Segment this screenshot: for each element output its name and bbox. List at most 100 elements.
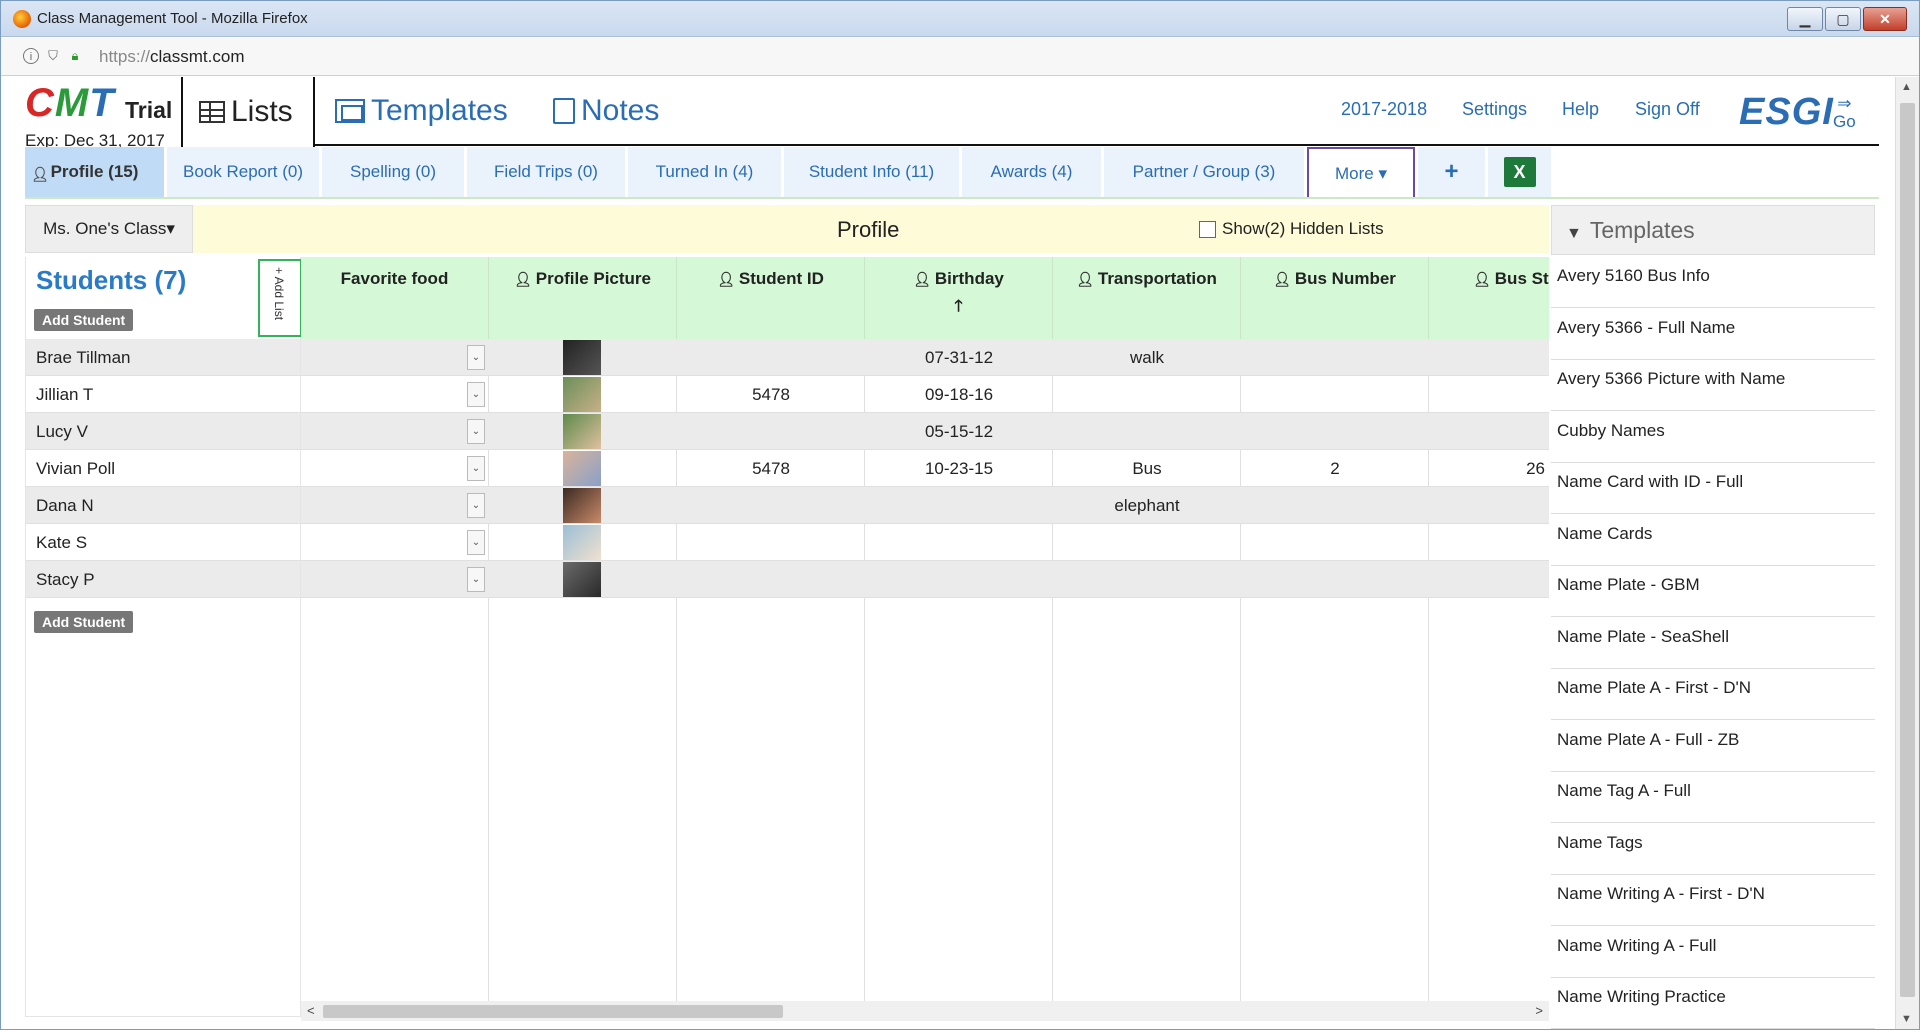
esgi-go-link[interactable]: ⇒ Go bbox=[1833, 95, 1856, 131]
add-student-button-bottom[interactable]: Add Student bbox=[34, 611, 134, 633]
tab-notes[interactable]: Notes bbox=[553, 77, 659, 145]
table-row[interactable]: ⌄ elephant bbox=[301, 487, 1549, 524]
template-item[interactable]: Name Plate A - Full - ZB bbox=[1551, 720, 1875, 772]
column-birthday[interactable]: 👤︎ Birthday 🡑 bbox=[865, 257, 1053, 339]
cell-bus-stop[interactable] bbox=[1425, 561, 1545, 598]
column-bus-number[interactable]: 👤︎ Bus Number bbox=[1241, 257, 1429, 339]
template-item[interactable]: Avery 5366 - Full Name bbox=[1551, 308, 1875, 360]
class-select[interactable]: Ms. One's Class▾ bbox=[25, 205, 193, 253]
checkbox[interactable] bbox=[1199, 220, 1216, 238]
template-item[interactable]: Name Tag A - Full bbox=[1551, 772, 1875, 823]
cell-student-id[interactable] bbox=[677, 339, 865, 376]
column-bus-stop[interactable]: 👤︎ Bus St bbox=[1429, 257, 1549, 339]
cell-transportation[interactable]: Bus bbox=[1053, 450, 1241, 487]
student-row[interactable]: Stacy P bbox=[26, 561, 300, 598]
cell-bus-number[interactable] bbox=[1241, 487, 1429, 524]
column-transportation[interactable]: 👤︎ Transportation bbox=[1053, 257, 1241, 339]
template-item[interactable]: Name Plate A - First - D'N bbox=[1551, 669, 1875, 720]
excel-export-button[interactable]: X bbox=[1488, 147, 1554, 197]
cell-birthday[interactable] bbox=[865, 487, 1053, 524]
minimize-button[interactable]: ▁ bbox=[1787, 7, 1823, 31]
cell-transportation[interactable] bbox=[1053, 376, 1241, 413]
cell-bus-stop[interactable] bbox=[1425, 487, 1545, 524]
student-row[interactable]: Dana N bbox=[26, 487, 300, 524]
cell-bus-number[interactable]: 2 bbox=[1241, 450, 1429, 487]
cell-bus-stop[interactable]: 26 bbox=[1425, 450, 1545, 487]
cell-bus-number[interactable] bbox=[1241, 376, 1429, 413]
templates-panel-header[interactable]: ▼ Templates bbox=[1551, 205, 1875, 255]
scroll-thumb[interactable] bbox=[323, 1005, 783, 1018]
scroll-right-icon[interactable]: > bbox=[1535, 1003, 1543, 1018]
favorite-food-dropdown[interactable]: ⌄ bbox=[467, 493, 485, 518]
template-item[interactable]: Name Writing Practice bbox=[1551, 978, 1875, 1029]
list-tab-field-trips[interactable]: Field Trips (0) bbox=[467, 147, 628, 197]
cell-student-id[interactable] bbox=[677, 487, 865, 524]
cell-birthday[interactable]: 07-31-12 bbox=[865, 339, 1053, 376]
list-tab-student-info[interactable]: Student Info (11) bbox=[784, 147, 962, 197]
cell-birthday[interactable] bbox=[865, 561, 1053, 598]
cell-transportation[interactable] bbox=[1053, 561, 1241, 598]
tab-templates[interactable]: Templates bbox=[335, 77, 508, 145]
favorite-food-dropdown[interactable]: ⌄ bbox=[467, 456, 485, 481]
template-item[interactable]: Name Cards bbox=[1551, 514, 1875, 566]
student-row[interactable]: Kate S bbox=[26, 524, 300, 561]
profile-picture[interactable] bbox=[563, 414, 601, 449]
favorite-food-dropdown[interactable]: ⌄ bbox=[467, 530, 485, 555]
list-tab-book-report[interactable]: Book Report (0) bbox=[167, 147, 322, 197]
cell-birthday[interactable]: 09-18-16 bbox=[865, 376, 1053, 413]
students-title[interactable]: Students (7) bbox=[36, 265, 186, 296]
list-tab-spelling[interactable]: Spelling (0) bbox=[322, 147, 467, 197]
template-item[interactable]: Avery 5366 Picture with Name bbox=[1551, 360, 1875, 411]
list-tab-awards[interactable]: Awards (4) bbox=[962, 147, 1104, 197]
list-tab-turned-in[interactable]: Turned In (4) bbox=[628, 147, 784, 197]
scroll-up-icon[interactable]: ▲ bbox=[1901, 81, 1912, 93]
student-row[interactable]: Vivian Poll bbox=[26, 450, 300, 487]
template-item[interactable]: Cubby Names bbox=[1551, 411, 1875, 463]
address-bar[interactable]: i ⛉ 🔒︎ https://classmt.com bbox=[1, 38, 1919, 76]
table-row[interactable]: ⌄ 5478 09-18-16 bbox=[301, 376, 1549, 413]
list-tab-partner-group[interactable]: Partner / Group (3) bbox=[1104, 147, 1307, 197]
cell-birthday[interactable]: 05-15-12 bbox=[865, 413, 1053, 450]
add-student-button[interactable]: Add Student bbox=[34, 309, 134, 331]
table-row[interactable]: ⌄ bbox=[301, 524, 1549, 561]
add-list-button[interactable]: + Add List bbox=[258, 259, 302, 337]
profile-picture[interactable] bbox=[563, 488, 601, 523]
cell-transportation[interactable]: elephant bbox=[1053, 487, 1241, 524]
cell-bus-stop[interactable] bbox=[1425, 524, 1545, 561]
lock-icon[interactable]: 🔒︎ bbox=[67, 48, 83, 64]
cell-transportation[interactable] bbox=[1053, 524, 1241, 561]
tab-lists[interactable]: Lists bbox=[181, 77, 315, 147]
cell-birthday[interactable]: 10-23-15 bbox=[865, 450, 1053, 487]
shield-icon[interactable]: ⛉ bbox=[45, 48, 61, 64]
sort-ascending-icon[interactable]: 🡑 bbox=[865, 295, 1052, 322]
template-item[interactable]: Name Plate - SeaShell bbox=[1551, 617, 1875, 669]
show-hidden-lists-toggle[interactable]: Show(2) Hidden Lists bbox=[1199, 219, 1384, 239]
maximize-button[interactable]: ▢ bbox=[1825, 7, 1861, 31]
column-favorite-food[interactable]: Favorite food bbox=[301, 257, 489, 339]
help-link[interactable]: Help bbox=[1562, 99, 1599, 120]
cell-bus-stop[interactable] bbox=[1425, 376, 1545, 413]
template-item[interactable]: Name Plate - GBM bbox=[1551, 566, 1875, 617]
more-tabs-dropdown[interactable]: More ▾ bbox=[1307, 147, 1415, 197]
profile-picture[interactable] bbox=[563, 377, 601, 412]
add-tab-button[interactable]: + bbox=[1418, 147, 1488, 197]
template-item[interactable]: Name Writing A - Full bbox=[1551, 926, 1875, 978]
cell-bus-stop[interactable] bbox=[1425, 413, 1545, 450]
scroll-down-icon[interactable]: ▼ bbox=[1901, 1013, 1912, 1025]
template-item[interactable]: Name Tags bbox=[1551, 823, 1875, 875]
template-item[interactable]: Avery 5160 Bus Info bbox=[1551, 257, 1875, 308]
favorite-food-dropdown[interactable]: ⌄ bbox=[467, 382, 485, 407]
cell-student-id[interactable] bbox=[677, 561, 865, 598]
list-tab-profile[interactable]: 👤︎ Profile (15) bbox=[25, 147, 167, 197]
cell-bus-number[interactable] bbox=[1241, 339, 1429, 376]
cell-student-id[interactable] bbox=[677, 524, 865, 561]
column-student-id[interactable]: 👤︎ Student ID bbox=[677, 257, 865, 339]
esgi-logo[interactable]: ESGI bbox=[1739, 91, 1834, 134]
student-row[interactable]: Jillian T bbox=[26, 376, 300, 413]
profile-picture[interactable] bbox=[563, 562, 601, 597]
profile-picture[interactable] bbox=[563, 451, 601, 486]
settings-link[interactable]: Settings bbox=[1462, 99, 1527, 120]
scroll-thumb[interactable] bbox=[1900, 103, 1915, 997]
sign-off-link[interactable]: Sign Off bbox=[1635, 99, 1700, 120]
favorite-food-dropdown[interactable]: ⌄ bbox=[467, 419, 485, 444]
